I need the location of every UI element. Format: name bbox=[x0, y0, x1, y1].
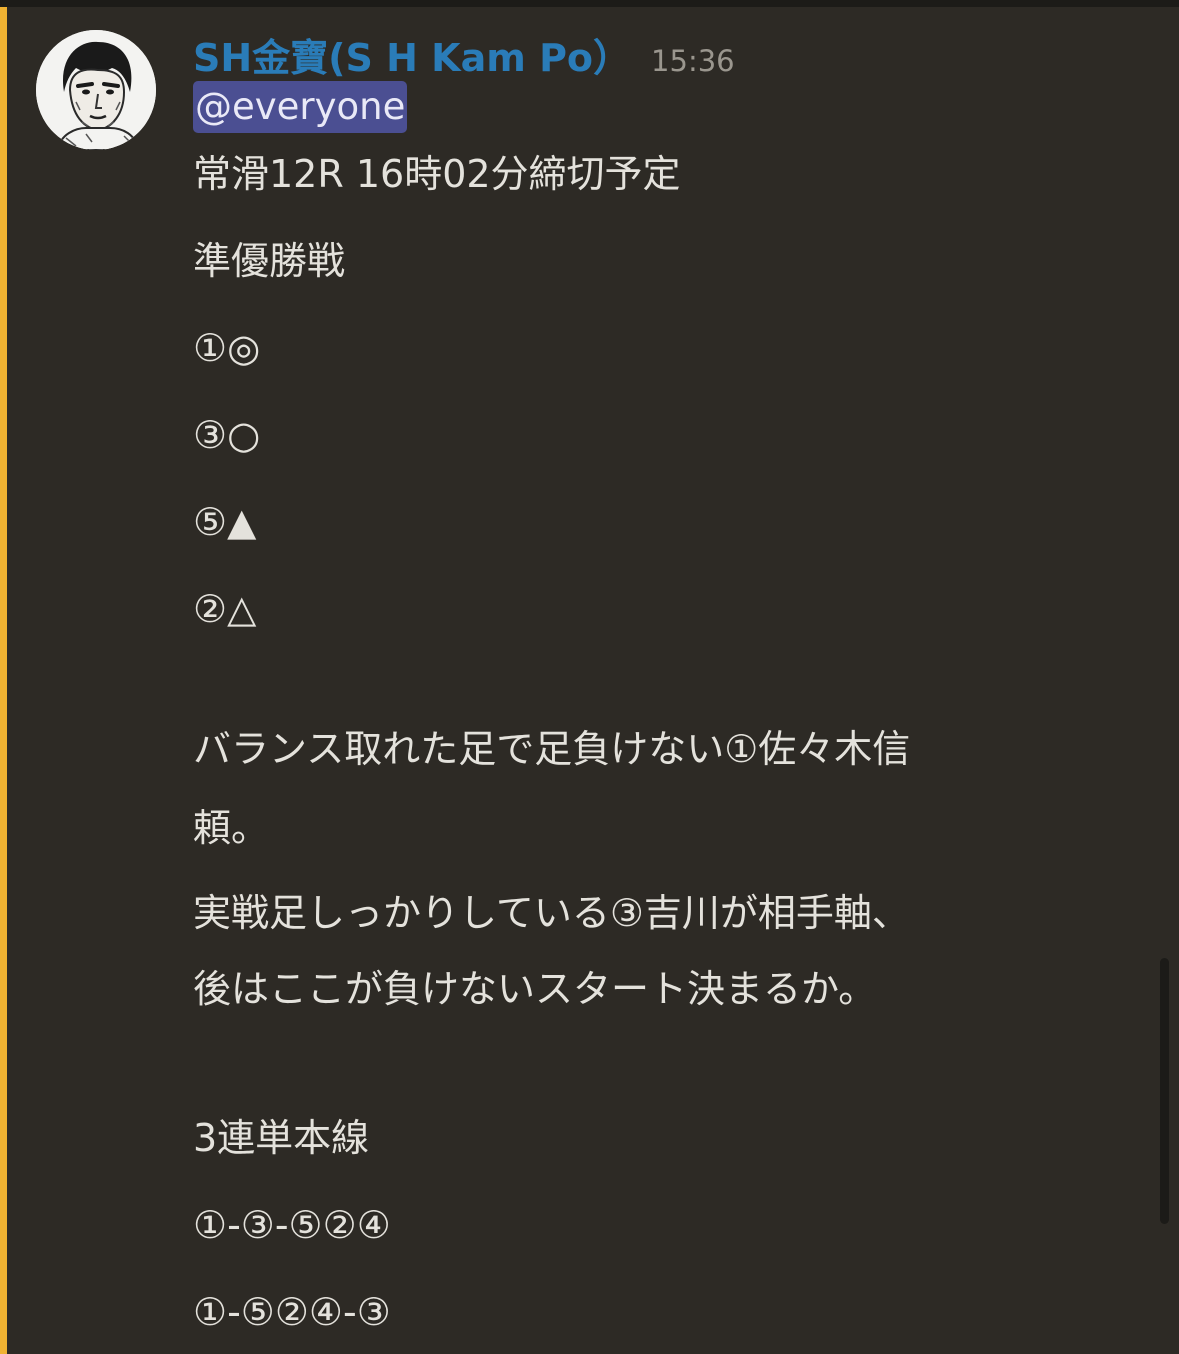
avatar[interactable] bbox=[36, 30, 156, 150]
avatar-illustration-icon bbox=[36, 30, 156, 150]
message-line: 後はここが負けないスタート決まるか。 bbox=[193, 967, 877, 1011]
message-line: ①-③-⑤②④ bbox=[193, 1203, 391, 1247]
message-line: 実戦足しっかりしている③吉川が相手軸、 bbox=[193, 891, 910, 935]
chat-message: SH金寶(S H Kam Po） 15:36 @everyone 常滑12R 16… bbox=[0, 7, 1179, 1354]
top-border bbox=[0, 0, 1179, 7]
everyone-mention[interactable]: @everyone bbox=[193, 81, 408, 133]
message-line: ①-⑤②④-③ bbox=[193, 1290, 391, 1334]
message-line: ①◎ bbox=[193, 326, 261, 370]
message-line: 頼。 bbox=[193, 806, 270, 850]
message-line: 常滑12R 16時02分締切予定 bbox=[193, 152, 681, 196]
scrollbar[interactable] bbox=[1160, 958, 1169, 1224]
message-header: SH金寶(S H Kam Po） 15:36 bbox=[193, 27, 735, 80]
timestamp[interactable]: 15:36 bbox=[651, 44, 735, 78]
message-line: 3連単本線 bbox=[193, 1116, 370, 1160]
username[interactable]: SH金寶(S H Kam Po） bbox=[193, 36, 631, 80]
message-line: バランス取れた足で足負けない①佐々木信 bbox=[193, 727, 911, 771]
message-line: ②△ bbox=[193, 587, 257, 631]
message-line: 準優勝戦 bbox=[193, 239, 346, 283]
message-line: ③○ bbox=[193, 413, 261, 457]
message-line: ⑤▲ bbox=[193, 500, 257, 544]
